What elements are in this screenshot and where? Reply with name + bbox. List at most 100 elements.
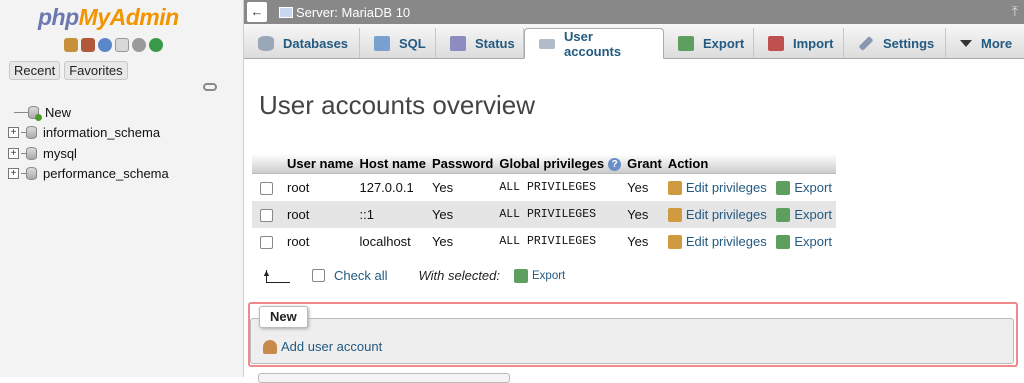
link-icon[interactable] [203,83,217,91]
phpmyadmin-logo[interactable]: phpMyAdmin [38,4,179,31]
tab-label: Settings [883,35,935,51]
expand-icon[interactable]: + [8,168,19,180]
cell-privileges: ALL PRIVILEGES [496,173,625,201]
table-header-row: User name Host name Password Global priv… [252,154,836,174]
gear-icon[interactable] [132,38,146,52]
check-all-checkbox[interactable] [312,269,325,282]
edit-privileges-icon[interactable] [667,181,682,196]
tab-settings[interactable]: Settings [844,28,946,58]
new-database-icon [28,105,42,121]
navigation-panel: phpMyAdmin Recent Favorites New + inform… [0,0,244,377]
cell-host: ::1 [356,201,429,228]
select-arrow-icon: ▲ [262,268,290,283]
top-menu: Databases SQL Status User accounts Expor… [244,24,1024,59]
edit-privileges-icon[interactable] [667,235,682,250]
tree-item-mysql[interactable]: + mysql [8,143,169,164]
user-accounts-table: User name Host name Password Global priv… [252,154,836,255]
page-title: User accounts overview [259,90,535,120]
column-header-host-name: Host name [356,154,429,174]
cell-host: 127.0.0.1 [356,173,429,201]
cell-password: Yes [428,173,497,201]
export-icon[interactable] [776,208,791,223]
table-row: root localhost Yes ALL PRIVILEGES Yes Ed… [252,228,836,255]
database-tree: New + information_schema + mysql + perfo… [8,102,169,184]
tab-export[interactable]: Export [664,28,754,58]
edit-privileges-icon[interactable] [667,208,682,223]
row-checkbox[interactable] [260,236,273,250]
favorites-tab[interactable]: Favorites [64,61,128,80]
table-row: root ::1 Yes ALL PRIVILEGES Yes Edit pri… [252,201,836,228]
back-arrow-button[interactable]: ← [247,2,267,22]
tab-label: Import [793,35,834,51]
import-icon [768,35,784,51]
select-column-header [252,154,284,174]
nav-icon-bar [64,38,163,52]
reload-icon[interactable] [149,38,163,52]
tab-sql[interactable]: SQL [360,28,436,58]
export-link[interactable]: Export [794,207,832,222]
next-section-edge [258,373,510,383]
cell-user: root [284,201,357,228]
edit-privileges-link[interactable]: Edit privileges [686,234,767,249]
edit-privileges-link[interactable]: Edit privileges [686,207,767,222]
tree-item-label[interactable]: mysql [43,146,77,161]
wrench-icon [858,35,874,51]
logout-icon[interactable] [81,38,95,52]
server-breadcrumb[interactable]: Server: MariaDB 10 [296,5,410,20]
column-header-global-privileges: Global privileges? [496,154,625,174]
cell-password: Yes [428,228,497,255]
column-header-password: Password [428,154,497,174]
cell-privileges: ALL PRIVILEGES [496,201,625,228]
docs-icon[interactable] [115,38,129,52]
check-all-label[interactable]: Check all [334,268,387,283]
cell-actions: Edit privileges Export [664,173,836,201]
export-link[interactable]: Export [794,180,832,195]
tab-import[interactable]: Import [754,28,844,58]
expand-icon[interactable]: + [8,127,19,139]
tab-label: Status [475,35,515,51]
column-header-grant: Grant [624,154,665,174]
collapse-icon[interactable]: ⤒ [1012,3,1018,20]
database-icon [26,146,37,160]
tree-item-label[interactable]: New [45,105,71,120]
expand-icon[interactable]: + [8,147,19,159]
table-row: root 127.0.0.1 Yes ALL PRIVILEGES Yes Ed… [252,173,836,201]
export-icon[interactable] [776,181,791,196]
export-link[interactable]: Export [794,234,832,249]
tree-item-label[interactable]: information_schema [43,125,160,140]
info-icon[interactable]: ? [608,158,622,172]
tab-more[interactable]: More [946,28,1024,58]
row-checkbox[interactable] [260,182,273,196]
export-icon [678,35,694,51]
add-user-account-label[interactable]: Add user account [281,339,382,354]
users-icon [539,38,555,49]
edit-privileges-link[interactable]: Edit privileges [686,180,767,195]
tab-databases[interactable]: Databases [244,28,360,58]
add-user-icon [263,339,277,354]
export-icon[interactable] [776,235,791,250]
tab-user-accounts[interactable]: User accounts [524,28,664,59]
column-header-action: Action [664,154,836,174]
cell-grant: Yes [624,201,665,228]
cell-grant: Yes [624,228,665,255]
help-icon[interactable] [98,38,112,52]
database-icon [26,126,37,140]
recent-tab[interactable]: Recent [9,61,61,80]
tree-item-performance-schema[interactable]: + performance_schema [8,164,169,185]
tree-item-new[interactable]: New [8,102,169,123]
bulk-actions-bar: ▲ Check all With selected: Export [262,268,565,284]
tree-item-information-schema[interactable]: + information_schema [8,123,169,144]
export-selected-button[interactable]: Export [532,270,565,282]
with-selected-label: With selected: [418,268,500,283]
tab-status[interactable]: Status [436,28,524,58]
server-breadcrumb-bar: ← Server: MariaDB 10 ⤒ [244,0,1024,24]
cell-privileges: ALL PRIVILEGES [496,228,625,255]
cell-user: root [284,228,357,255]
add-user-account-link[interactable]: Add user account [263,339,382,354]
row-checkbox[interactable] [260,209,273,223]
export-icon[interactable] [514,268,528,283]
home-icon[interactable] [64,38,78,52]
cell-host: localhost [356,228,429,255]
row-select [252,173,284,201]
tree-item-label[interactable]: performance_schema [43,166,169,181]
